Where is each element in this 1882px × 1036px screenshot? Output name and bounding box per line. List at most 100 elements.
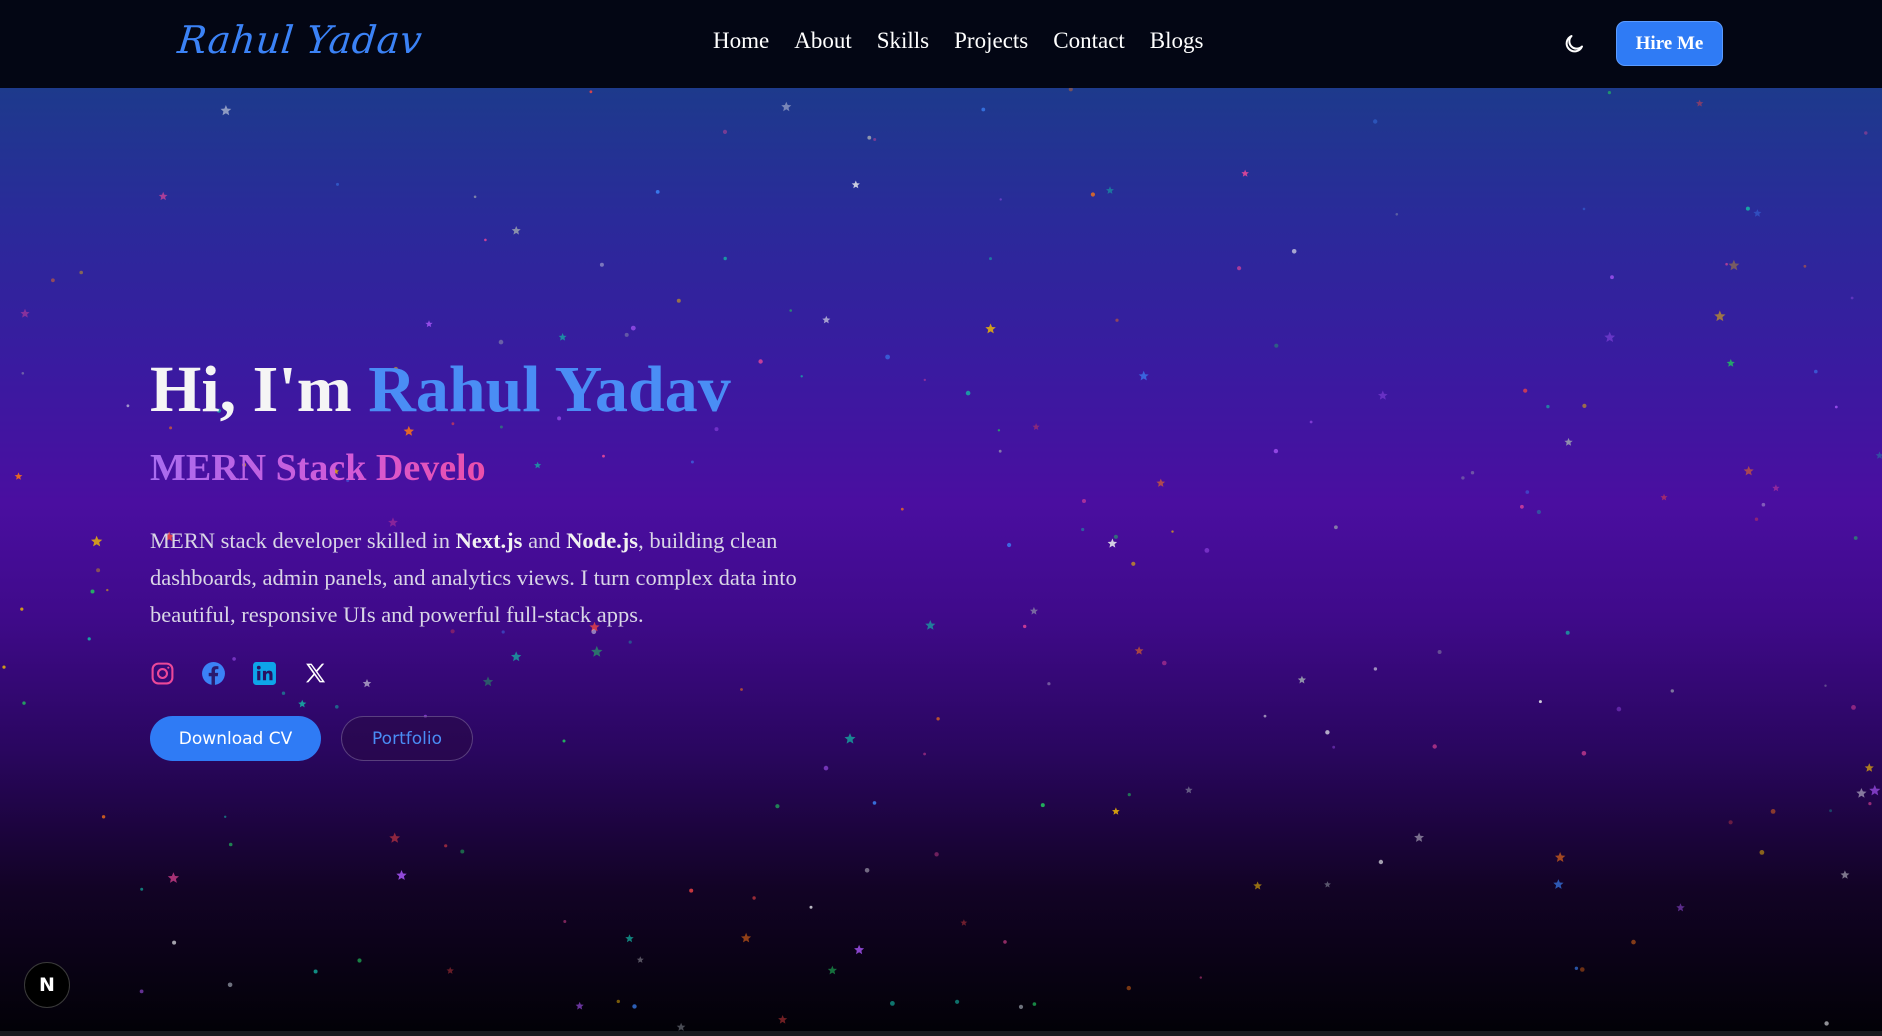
background-star (511, 226, 521, 235)
background-star (1726, 359, 1735, 367)
download-cv-button[interactable]: Download CV (150, 716, 321, 761)
background-star (632, 1004, 637, 1009)
background-star (1204, 548, 1210, 553)
background-star (534, 461, 542, 469)
background-star (1523, 388, 1528, 393)
background-star (20, 607, 24, 611)
social-links (150, 661, 328, 686)
nav-link-skills[interactable]: Skills (877, 28, 929, 54)
background-star (1291, 249, 1297, 254)
background-star (1068, 88, 1073, 92)
instagram-icon[interactable] (150, 661, 175, 686)
site-logo[interactable]: Rahul Yadav (176, 18, 425, 62)
linkedin-icon[interactable] (252, 661, 277, 686)
nav-link-projects[interactable]: Projects (954, 28, 1028, 54)
background-star (51, 278, 55, 283)
background-star (1772, 484, 1780, 492)
background-star (676, 1022, 686, 1031)
background-star (220, 105, 232, 116)
background-star (851, 180, 860, 189)
hero-bio: MERN stack developer skilled in Next.js … (150, 522, 840, 633)
background-star (723, 256, 727, 261)
background-star (758, 359, 763, 364)
hero-name: Rahul Yadav (368, 353, 731, 426)
background-star (1582, 403, 1587, 408)
background-star (752, 896, 756, 900)
background-star (1022, 624, 1027, 629)
background-star (1325, 730, 1330, 735)
hero-role: MERN Stack Develo (150, 447, 486, 489)
nav-link-contact[interactable]: Contact (1053, 28, 1125, 54)
background-star (1696, 99, 1704, 107)
background-star (101, 815, 106, 819)
background-star (1770, 809, 1776, 814)
background-star (822, 315, 831, 324)
background-star (1868, 802, 1872, 806)
portfolio-button[interactable]: Portfolio (341, 716, 473, 761)
background-star (1607, 91, 1611, 95)
background-star (1553, 879, 1564, 889)
background-star (989, 257, 992, 261)
background-star (1324, 881, 1331, 888)
background-star (396, 870, 407, 880)
nav-link-blogs[interactable]: Blogs (1150, 28, 1204, 54)
moon-icon[interactable] (1562, 32, 1586, 56)
hire-me-button[interactable]: Hire Me (1616, 21, 1723, 66)
navbar: Rahul Yadav Home About Skills Projects C… (0, 0, 1882, 88)
background-star (900, 507, 904, 511)
background-star (172, 940, 177, 945)
background-star (1564, 437, 1573, 446)
background-star (1676, 903, 1685, 912)
nav-link-about[interactable]: About (794, 28, 852, 54)
background-star (1604, 331, 1616, 342)
background-star (1761, 502, 1766, 507)
background-star (563, 920, 567, 923)
background-star (1753, 209, 1762, 217)
background-star (1007, 542, 1012, 548)
background-star (1745, 206, 1750, 211)
background-star (1869, 784, 1881, 796)
background-star (1414, 832, 1424, 842)
background-star (872, 801, 877, 805)
background-star (1032, 423, 1040, 430)
background-star (1297, 675, 1306, 684)
background-star (1864, 131, 1868, 135)
background-star (844, 733, 856, 744)
nav-links: Home About Skills Projects Contact Blogs (713, 28, 1203, 54)
background-star (1107, 538, 1118, 548)
nextjs-dev-badge[interactable]: N (24, 962, 70, 1008)
background-star (628, 640, 632, 644)
background-star (599, 262, 604, 267)
background-star (1309, 420, 1313, 424)
background-star (800, 375, 803, 378)
background-star (1263, 714, 1267, 718)
background-star (936, 717, 940, 721)
background-star (460, 849, 465, 854)
background-star (79, 270, 83, 275)
background-star (854, 944, 865, 955)
nav-link-home[interactable]: Home (713, 28, 769, 54)
background-star (1185, 786, 1193, 794)
background-star (923, 378, 926, 382)
background-star (1759, 850, 1765, 855)
background-star (690, 460, 694, 464)
background-star (1536, 509, 1541, 515)
background-star (1824, 1021, 1829, 1026)
background-star (357, 958, 362, 963)
background-star (1134, 646, 1144, 655)
background-star (482, 676, 494, 687)
background-star (484, 238, 487, 242)
background-star (741, 932, 752, 943)
background-star (775, 804, 780, 809)
x-icon[interactable] (303, 661, 328, 686)
background-star (1082, 499, 1086, 503)
background-star (1003, 940, 1007, 944)
background-star (1461, 476, 1465, 480)
background-star (1743, 465, 1754, 476)
facebook-icon[interactable] (201, 661, 226, 686)
background-star (1126, 985, 1132, 991)
background-star (925, 620, 936, 630)
background-star (624, 332, 629, 337)
background-star (281, 691, 286, 695)
background-star (1241, 169, 1249, 177)
